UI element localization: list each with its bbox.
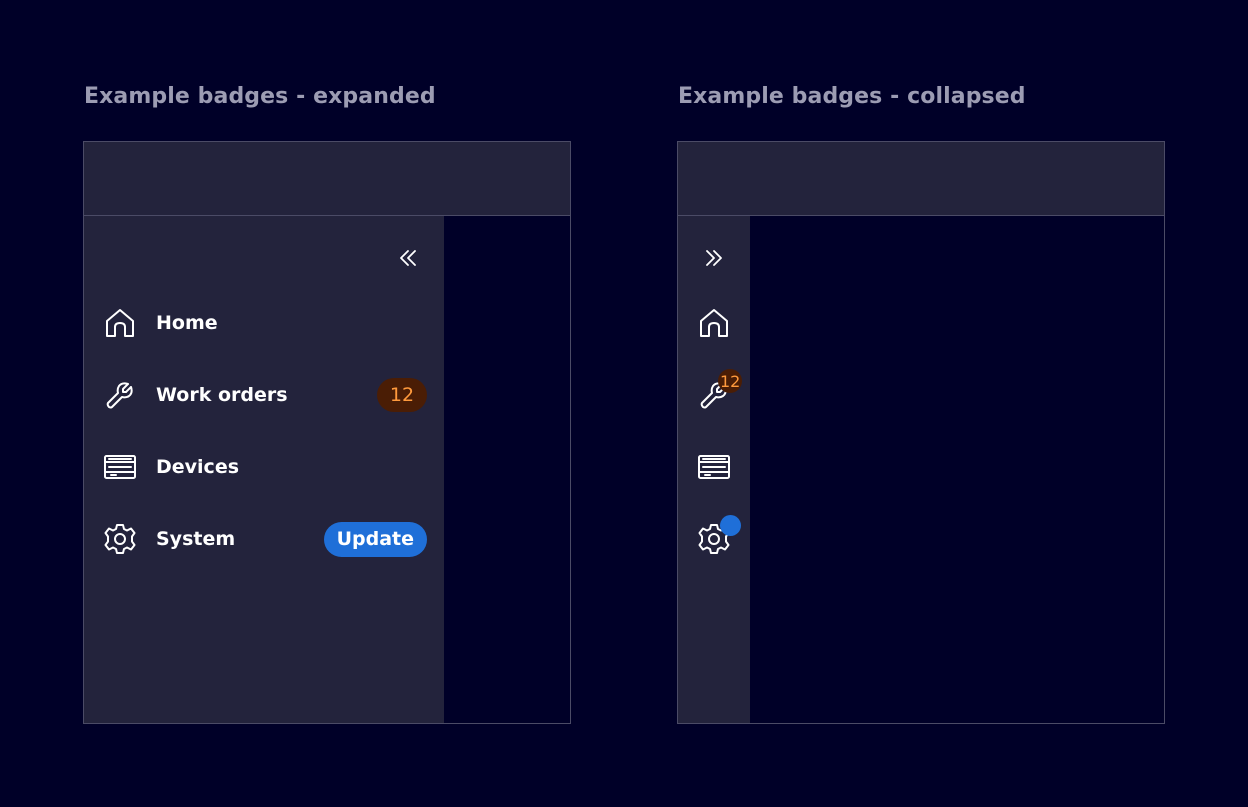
sidebar-item-system[interactable]: [678, 511, 750, 567]
sidebar-item-devices[interactable]: Devices: [84, 439, 444, 495]
collapse-toggle-button[interactable]: [394, 244, 422, 272]
double-chevron-left-icon: [400, 250, 416, 266]
system-update-badge: Update: [323, 521, 427, 557]
home-icon: [102, 305, 138, 341]
expand-toggle-button[interactable]: [700, 244, 728, 272]
app-header: [678, 142, 1164, 216]
collapsed-section-title: Example badges - collapsed: [678, 84, 1026, 109]
app-header: [84, 142, 570, 216]
sidebar-item-devices[interactable]: [678, 439, 750, 495]
sidebar-item-work-orders[interactable]: Work orders 12: [84, 367, 444, 423]
system-dot-badge: [720, 515, 741, 536]
sidebar-collapsed: 12: [678, 216, 750, 723]
sidebar-item-label: System: [156, 528, 236, 550]
sidebar-expanded: Home Work orders 12 Devices System Updat…: [84, 216, 444, 723]
double-chevron-right-icon: [706, 250, 722, 266]
devices-icon: [102, 449, 138, 485]
sidebar-item-label: Devices: [156, 456, 240, 478]
gear-icon: [102, 521, 138, 557]
sidebar-item-home[interactable]: Home: [84, 295, 444, 351]
expanded-section-title: Example badges - expanded: [84, 84, 436, 109]
collapsed-app-frame: 12: [677, 141, 1165, 724]
sidebar-item-system[interactable]: System Update: [84, 511, 444, 567]
sidebar-item-label: Home: [156, 312, 218, 334]
work-orders-count-badge: 12: [377, 378, 427, 412]
sidebar-item-work-orders[interactable]: 12: [678, 367, 750, 423]
wrench-icon: [102, 377, 138, 413]
sidebar-item-home[interactable]: [678, 295, 750, 351]
work-orders-count-badge: 12: [718, 369, 743, 393]
home-icon: [696, 305, 732, 341]
devices-icon: [696, 449, 732, 485]
sidebar-item-label: Work orders: [156, 384, 288, 406]
expanded-app-frame: Home Work orders 12 Devices System Updat…: [83, 141, 571, 724]
